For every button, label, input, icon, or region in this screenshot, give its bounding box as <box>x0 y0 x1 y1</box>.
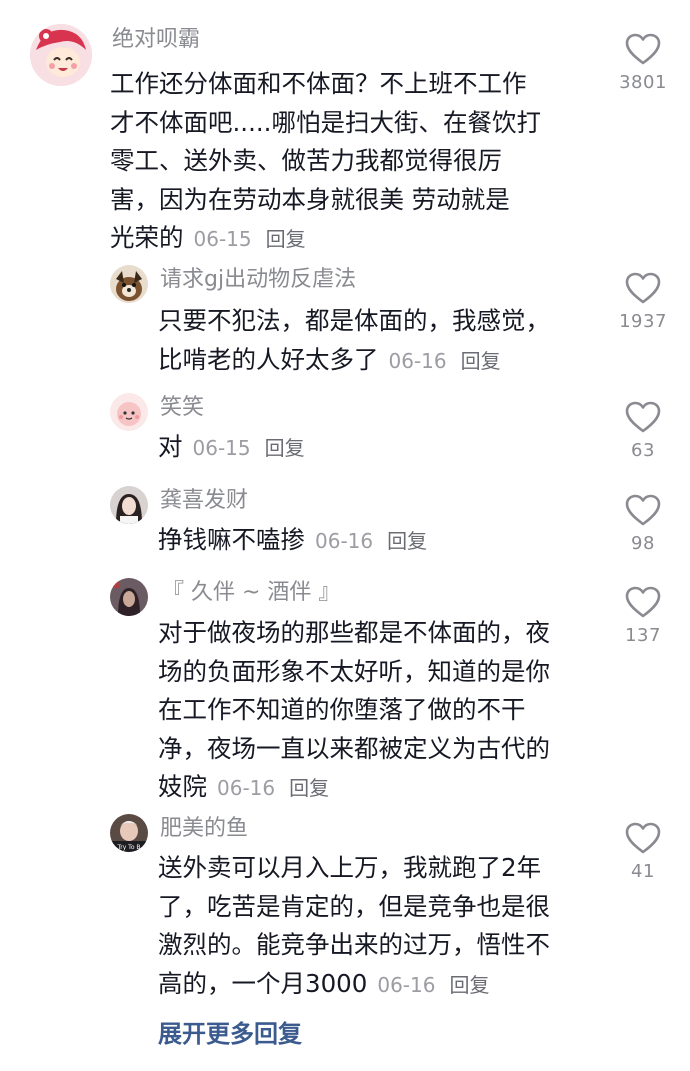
avatar[interactable] <box>110 265 148 303</box>
avatar[interactable] <box>110 578 148 616</box>
comment-date: 06-15 <box>193 227 252 251</box>
username[interactable]: 龚喜发财 <box>160 486 248 516</box>
comment-date: 06-16 <box>217 776 276 800</box>
like-count: 3801 <box>619 72 667 93</box>
comment-text: 挣钱嘛不嗑掺 06-16 回复 <box>158 525 428 554</box>
avatar[interactable]: Try To B <box>110 814 148 852</box>
comment-text: 对于做夜场的那些都是不体面的，夜 场的负面形象不太好听，知道的是你 在工作不知道… <box>158 618 550 801</box>
comment-date: 06-16 <box>315 529 374 553</box>
comment-date: 06-16 <box>388 348 447 373</box>
comment-date: 06-16 <box>377 972 436 997</box>
avatar[interactable] <box>110 486 148 524</box>
reply-button[interactable]: 回复 <box>265 436 305 460</box>
comment-text: 工作还分体面和不体面？不上班不工作 才不体面吧.....哪怕是扫大街、在餐饮打 … <box>110 69 541 252</box>
heart-icon <box>625 401 661 433</box>
svg-text:Try To B: Try To B <box>116 844 140 851</box>
reply-button[interactable]: 回复 <box>387 529 427 553</box>
like-button[interactable]: 137 <box>611 585 675 646</box>
reply-button[interactable]: 回复 <box>461 349 501 373</box>
heart-icon <box>625 586 661 618</box>
heart-icon <box>625 272 661 304</box>
like-count: 41 <box>631 861 655 882</box>
like-button[interactable]: 3801 <box>611 32 675 93</box>
like-button[interactable]: 41 <box>611 821 675 882</box>
heart-icon <box>625 33 661 65</box>
reply-button[interactable]: 回复 <box>289 776 329 800</box>
like-count: 137 <box>625 625 661 646</box>
like-count: 1937 <box>619 311 667 332</box>
reply-button[interactable]: 回复 <box>449 973 489 997</box>
heart-icon <box>625 494 661 526</box>
avatar[interactable] <box>110 393 148 431</box>
reply-button[interactable]: 回复 <box>266 227 306 251</box>
avatar[interactable] <box>30 24 92 86</box>
heart-icon <box>625 822 661 854</box>
like-button[interactable]: 1937 <box>611 271 675 332</box>
username[interactable]: 笑笑 <box>160 393 204 423</box>
like-button[interactable]: 98 <box>611 493 675 554</box>
username[interactable]: 肥美的鱼 <box>160 814 248 844</box>
expand-more-replies-button[interactable]: 展开更多回复 <box>158 1014 302 1049</box>
username[interactable]: 『 久伴 ~ 酒伴 』 <box>162 578 340 608</box>
username[interactable]: 请求gj出动物反虐法 <box>160 265 356 295</box>
like-count: 98 <box>631 533 655 554</box>
like-count: 63 <box>631 440 655 461</box>
comment-text: 送外卖可以月入上万，我就跑了2年 了，吃苦是肯定的，但是竞争也是很 激烈的。能竞… <box>158 853 550 998</box>
like-button[interactable]: 63 <box>611 400 675 461</box>
username[interactable]: 绝对呗霸 <box>112 25 200 55</box>
comment-date: 06-15 <box>192 436 251 460</box>
comment-text: 对 06-15 回复 <box>158 432 305 461</box>
comment-text: 只要不犯法，都是体面的，我感觉， 比啃老的人好太多了 06-16 回复 <box>158 306 550 374</box>
